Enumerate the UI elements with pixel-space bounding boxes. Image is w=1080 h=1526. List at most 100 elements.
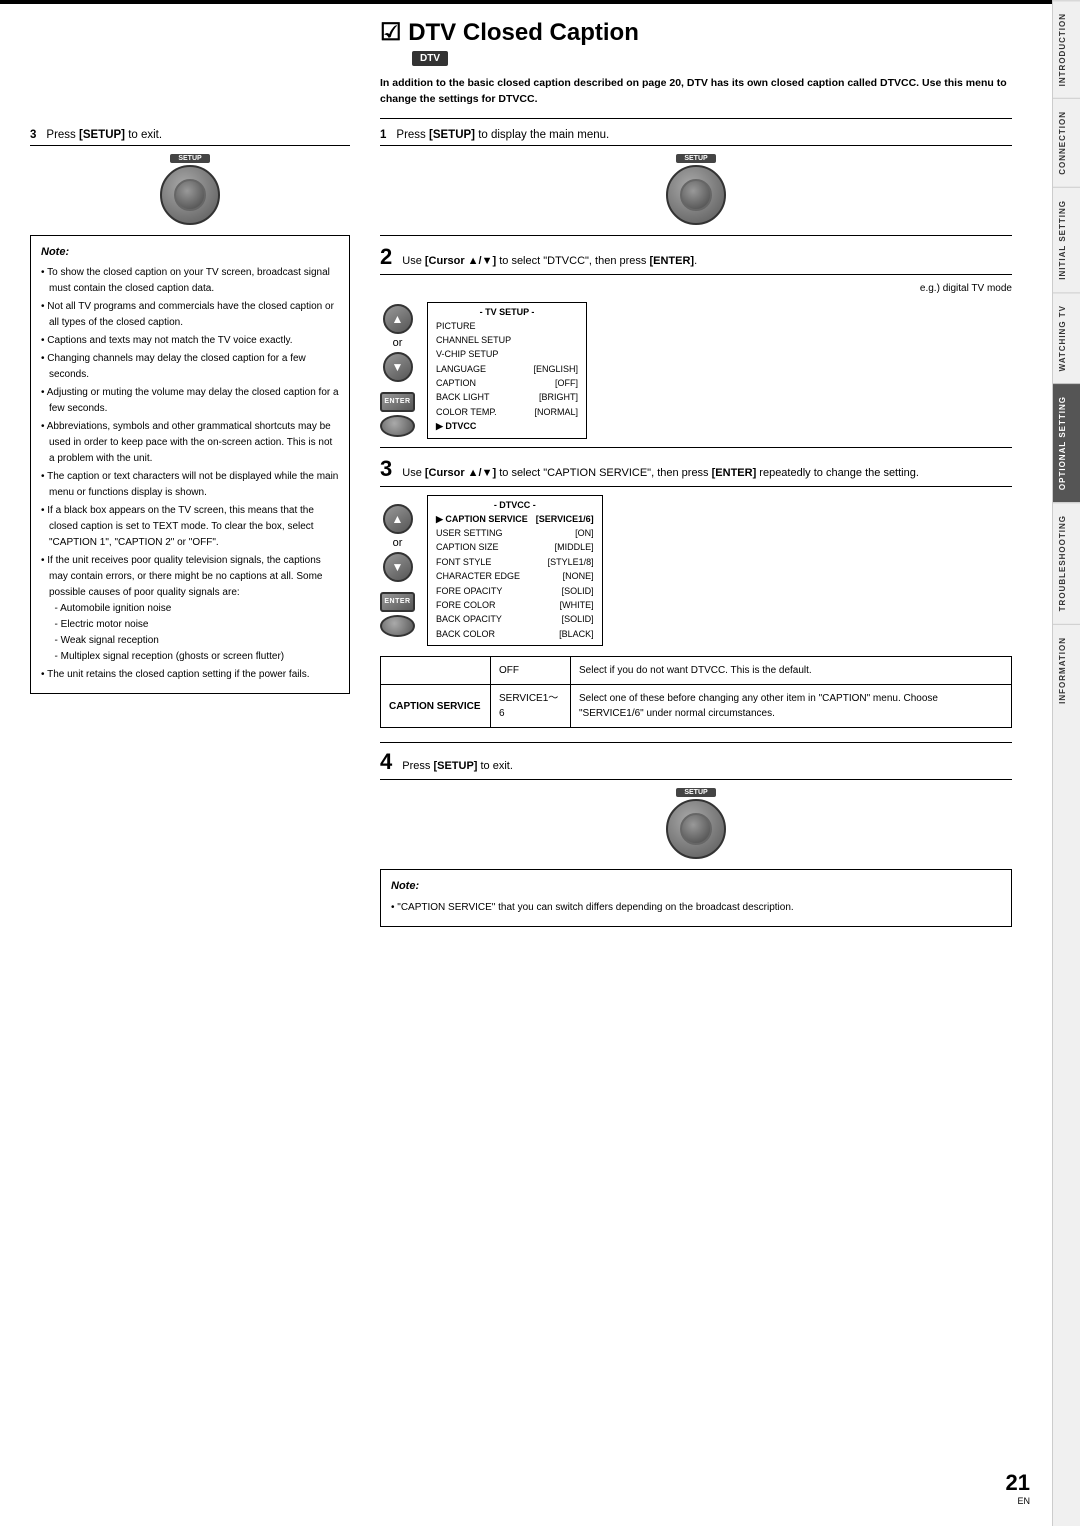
step4-setup-container: SETUP: [380, 788, 1012, 859]
step3-controls: ▲ or ▼ ENTER - DTVCC - ▶ CAPTION SERVICE…: [380, 495, 1012, 647]
caption-service-value: SERVICE1～6: [491, 685, 571, 728]
note-title-right: Note:: [391, 878, 1001, 896]
page-number-area: 21 EN: [1006, 1470, 1030, 1506]
menu1-row-dtvcc: ▶ DTVCC: [436, 419, 578, 433]
menu1-row-colortemp: COLOR TEMP.[NORMAL]: [436, 405, 578, 419]
menu1-row-channel: CHANNEL SETUP: [436, 333, 578, 347]
menu2-row-captionservice: ▶ CAPTION SERVICE[SERVICE1/6]: [436, 512, 594, 526]
step2-area: 2 Use [Cursor ▲/▼] to select "DTVCC", th…: [380, 244, 1012, 439]
right-column: 1 Press [SETUP] to display the main menu…: [380, 129, 1012, 927]
caption-service-label: [381, 657, 491, 685]
sidebar-tab-troubleshooting: TROUBLESHOOTING: [1053, 502, 1080, 623]
note-item: Changing channels may delay the closed c…: [41, 351, 339, 383]
note-item: Captions and texts may not match the TV …: [41, 333, 339, 349]
eg-label: e.g.) digital TV mode: [380, 283, 1012, 294]
title-checkbox: ☑: [380, 19, 402, 46]
caption-off-value: OFF: [491, 657, 571, 685]
step1-text: Press [SETUP] to display the main menu.: [396, 129, 609, 141]
menu2-row-fontstyle: FONT STYLE[STYLE1/8]: [436, 555, 594, 569]
note-item: If a black box appears on the TV screen,…: [41, 503, 339, 551]
note-item: Not all TV programs and commercials have…: [41, 299, 339, 331]
menu1-row-vchip: V-CHIP SETUP: [436, 347, 578, 361]
caption-table-row-service: CAPTION SERVICE SERVICE1～6 Select one of…: [381, 685, 1012, 728]
setup-button-left[interactable]: [160, 165, 220, 225]
menu2-row-captionsize: CAPTION SIZE[MIDDLE]: [436, 540, 594, 554]
sidebar-tab-initial-setting: INITIAL SETTING: [1053, 187, 1080, 292]
note-item: To show the closed caption on your TV sc…: [41, 265, 339, 297]
menu1-row-caption: CAPTION[OFF]: [436, 376, 578, 390]
note-item: If the unit receives poor quality televi…: [41, 553, 339, 665]
menu1-row-picture: PICTURE: [436, 319, 578, 333]
menu2-title: - DTVCC -: [436, 500, 594, 510]
step3-left-text: Press [SETUP] to exit.: [46, 129, 162, 141]
note-box-right: Note: "CAPTION SERVICE" that you can swi…: [380, 869, 1012, 927]
step1-number: 1: [380, 129, 386, 141]
step1-setup-container: SETUP: [380, 154, 1012, 225]
step4-area: 4 Press [SETUP] to exit. SETUP Note:: [380, 742, 1012, 927]
menu2-row-backcolor: BACK COLOR[BLACK]: [436, 627, 594, 641]
sidebar-tab-optional-setting: OPTIONAL SETTING: [1053, 383, 1080, 502]
step3-left-setup-container: SETUP: [30, 154, 350, 225]
down-button-2[interactable]: ▼: [383, 352, 413, 382]
note-list-left: To show the closed caption on your TV sc…: [41, 265, 339, 683]
enter-circle-3[interactable]: [380, 615, 415, 637]
enter-circle-2[interactable]: [380, 415, 415, 437]
note2-item: "CAPTION SERVICE" that you can switch di…: [391, 900, 1001, 916]
up-button-2[interactable]: ▲: [383, 304, 413, 334]
enter-button-2[interactable]: ENTER: [380, 392, 415, 412]
step2-buttons: ▲ or ▼ ENTER: [380, 304, 415, 437]
caption-service-table: OFF Select if you do not want DTVCC. Thi…: [380, 656, 1012, 728]
menu2: - DTVCC - ▶ CAPTION SERVICE[SERVICE1/6] …: [427, 495, 603, 647]
setup-btn-label-1: SETUP: [676, 154, 715, 163]
menu2-row-usersetting: USER SETTING[ON]: [436, 526, 594, 540]
note-list-right: "CAPTION SERVICE" that you can switch di…: [391, 900, 1001, 916]
step3-right-text: Use [Cursor ▲/▼] to select "CAPTION SERV…: [402, 467, 919, 479]
step2-controls: ▲ or ▼ ENTER - TV SETUP - PICTURE CHANNE…: [380, 302, 1012, 439]
step3-right-number: 3: [380, 456, 392, 482]
menu1-row-backlight: BACK LIGHT[BRIGHT]: [436, 390, 578, 404]
menu1-row-language: LANGUAGE[ENGLISH]: [436, 362, 578, 376]
note-item: The caption or text characters will not …: [41, 469, 339, 501]
sidebar-tabs: INTRODUCTION CONNECTION INITIAL SETTING …: [1052, 0, 1080, 1526]
sidebar-tab-information: INFORMATION: [1053, 624, 1080, 716]
note-item: The unit retains the closed caption sett…: [41, 667, 339, 683]
step4-text: Press [SETUP] to exit.: [402, 760, 513, 772]
note-item: Adjusting or muting the volume may delay…: [41, 385, 339, 417]
menu2-row-backopacity: BACK OPACITY[SOLID]: [436, 612, 594, 626]
step2-number: 2: [380, 244, 392, 270]
step2-text: Use [Cursor ▲/▼] to select "DTVCC", then…: [402, 255, 697, 267]
sidebar-tab-watching-tv: WATCHING TV: [1053, 292, 1080, 383]
caption-off-desc: Select if you do not want DTVCC. This is…: [571, 657, 1012, 685]
caption-table-row-off: OFF Select if you do not want DTVCC. Thi…: [381, 657, 1012, 685]
step3-left-header: 3 Press [SETUP] to exit.: [30, 129, 350, 146]
menu2-row-charedge: CHARACTER EDGE[NONE]: [436, 569, 594, 583]
note-box-left: Note: To show the closed caption on your…: [30, 235, 350, 695]
step4-number: 4: [380, 749, 392, 775]
or-label-3: or: [393, 537, 403, 549]
step3-buttons: ▲ or ▼ ENTER: [380, 504, 415, 637]
setup-button-4[interactable]: [666, 799, 726, 859]
or-label-2: or: [393, 337, 403, 349]
setup-btn-label-4: SETUP: [676, 788, 715, 797]
down-button-3[interactable]: ▼: [383, 552, 413, 582]
setup-button-1[interactable]: [666, 165, 726, 225]
sidebar-tab-introduction: INTRODUCTION: [1053, 0, 1080, 98]
setup-btn-label-left: SETUP: [170, 154, 209, 163]
enter-button-3[interactable]: ENTER: [380, 592, 415, 612]
step3-left-number: 3: [30, 129, 36, 141]
dtv-badge: DTV: [412, 51, 448, 66]
up-button-3[interactable]: ▲: [383, 504, 413, 534]
step1-header: 1 Press [SETUP] to display the main menu…: [380, 129, 1012, 146]
menu2-row-foreopacity: FORE OPACITY[SOLID]: [436, 584, 594, 598]
menu2-row-forecolor: FORE COLOR[WHITE]: [436, 598, 594, 612]
note-item: Abbreviations, symbols and other grammat…: [41, 419, 339, 467]
en-label: EN: [1006, 1496, 1030, 1506]
top-rule: [0, 0, 1080, 4]
intro-text: In addition to the basic closed caption …: [380, 76, 1012, 108]
step3-right-area: 3 Use [Cursor ▲/▼] to select "CAPTION SE…: [380, 456, 1012, 647]
caption-service-desc: Select one of these before changing any …: [571, 685, 1012, 728]
menu1-title: - TV SETUP -: [436, 307, 578, 317]
left-column: 3 Press [SETUP] to exit. SETUP Note: To …: [30, 129, 350, 927]
page-title: ☑ DTV Closed Caption: [380, 18, 1012, 47]
caption-service-label-2: CAPTION SERVICE: [381, 685, 491, 728]
